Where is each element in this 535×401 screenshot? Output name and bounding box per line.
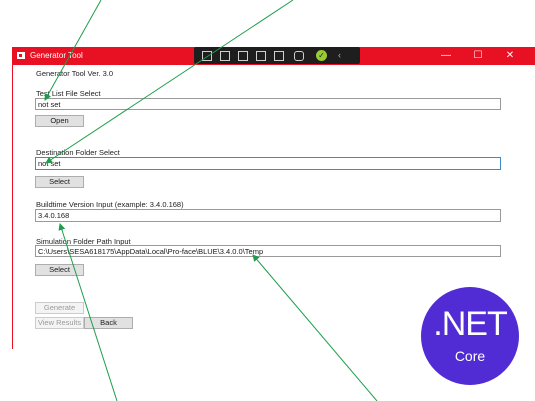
arrow-to-buildtime [58, 223, 118, 401]
dotnet-logo-core-text: Core [454, 348, 486, 364]
arrow-to-simulation-path [252, 254, 378, 401]
arrow-to-destination [45, 0, 294, 164]
arrow-to-test-list [44, 0, 102, 101]
dotnet-logo-text: .NET [433, 305, 507, 343]
dotnet-core-logo: .NET Core [421, 287, 519, 385]
